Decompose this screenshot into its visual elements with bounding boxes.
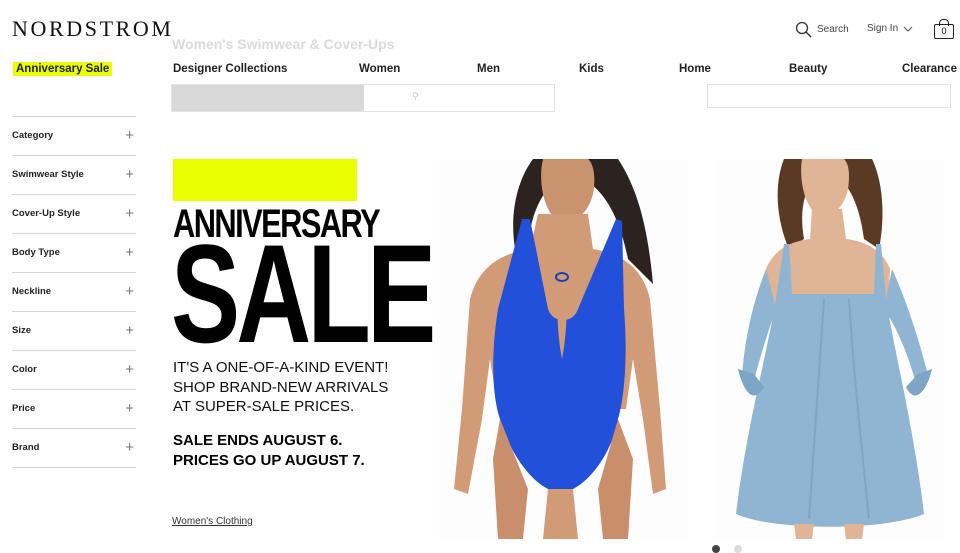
nordstrom-logo[interactable]: NORDSTROM bbox=[12, 16, 174, 42]
nav-women[interactable]: Women bbox=[359, 63, 400, 75]
promo-accent-block bbox=[173, 159, 357, 201]
plus-icon: + bbox=[125, 322, 134, 339]
plus-icon: + bbox=[125, 283, 134, 300]
store-filter: ⚲ bbox=[412, 85, 419, 107]
results-toolbar: ⚲ bbox=[171, 84, 555, 112]
promo-body-line: IT'S A ONE-OF-A-KIND EVENT! bbox=[173, 359, 389, 376]
filter-neckline[interactable]: Neckline + bbox=[12, 272, 136, 310]
promo-body-line: AT SUPER-SALE PRICES. bbox=[173, 398, 355, 415]
filter-label: Size bbox=[12, 325, 32, 336]
filter-category[interactable]: Category + bbox=[12, 116, 136, 154]
search-label: Search bbox=[817, 24, 849, 35]
filter-sidebar: Category + Swimwear Style + Cover-Up Sty… bbox=[12, 116, 136, 468]
nav-anniversary-sale-label: Anniversary Sale bbox=[13, 62, 113, 76]
sign-in-label: Sign In bbox=[867, 23, 899, 34]
filter-label: Neckline bbox=[12, 286, 52, 297]
map-pin-icon: ⚲ bbox=[412, 91, 419, 101]
filter-label: Price bbox=[12, 403, 36, 414]
filter-brand[interactable]: Brand + bbox=[12, 428, 136, 466]
filter-label: Category bbox=[12, 130, 54, 141]
carousel-dot-active[interactable] bbox=[712, 545, 720, 553]
plus-icon: + bbox=[125, 439, 134, 456]
plus-icon: + bbox=[125, 127, 134, 144]
filter-price[interactable]: Price + bbox=[12, 389, 136, 427]
filter-cover-up-style[interactable]: Cover-Up Style + bbox=[12, 194, 136, 232]
shopping-bag-button[interactable]: 0 bbox=[934, 19, 954, 39]
nav-beauty[interactable]: Beauty bbox=[789, 63, 827, 75]
filter-label: Swimwear Style bbox=[12, 169, 84, 180]
carousel-dots bbox=[712, 545, 742, 553]
plus-icon: + bbox=[125, 361, 134, 378]
sign-in-button[interactable]: Sign In bbox=[867, 23, 913, 34]
plus-icon: + bbox=[125, 166, 134, 183]
promo-deadline-line: PRICES GO UP AUGUST 7. bbox=[173, 451, 365, 469]
nav-designer-collections[interactable]: Designer Collections bbox=[173, 63, 287, 75]
product-image-swimsuit[interactable] bbox=[438, 159, 688, 539]
item-count-field bbox=[172, 85, 364, 111]
plus-icon: + bbox=[125, 205, 134, 222]
promo-deadline: SALE ENDS AUGUST 6. PRICES GO UP AUGUST … bbox=[173, 431, 365, 470]
product-image-dress[interactable] bbox=[714, 159, 944, 539]
promo-heading-sale: SALE bbox=[171, 215, 436, 372]
nav-anniversary-sale[interactable]: Anniversary Sale bbox=[13, 62, 113, 76]
search-icon bbox=[795, 21, 812, 38]
filter-label: Cover-Up Style bbox=[12, 208, 81, 219]
promo-body-line: SHOP BRAND-NEW ARRIVALS bbox=[173, 378, 389, 396]
filter-label: Color bbox=[12, 364, 37, 375]
nav-kids[interactable]: Kids bbox=[579, 63, 604, 75]
carousel-dot[interactable] bbox=[734, 545, 742, 553]
promo-body: IT'S A ONE-OF-A-KIND EVENT! SHOP BRAND-N… bbox=[173, 358, 413, 417]
plus-icon: + bbox=[125, 400, 134, 417]
page-title: Women's Swimwear & Cover-Ups bbox=[172, 36, 395, 52]
womens-clothing-link[interactable]: Women's Clothing bbox=[172, 516, 253, 527]
filter-body-type[interactable]: Body Type + bbox=[12, 233, 136, 271]
filter-label: Brand bbox=[12, 442, 40, 453]
filter-label: Body Type bbox=[12, 247, 60, 258]
divider bbox=[12, 467, 136, 468]
filter-color[interactable]: Color + bbox=[12, 350, 136, 388]
bag-count: 0 bbox=[934, 24, 954, 39]
nav-men[interactable]: Men bbox=[477, 63, 500, 75]
plus-icon: + bbox=[125, 244, 134, 261]
nav-home[interactable]: Home bbox=[679, 63, 711, 75]
promo-deadline-line: SALE ENDS AUGUST 6. bbox=[173, 432, 343, 449]
sort-select bbox=[707, 84, 951, 108]
search-button[interactable]: Search bbox=[795, 21, 849, 38]
nav-clearance[interactable]: Clearance bbox=[902, 63, 957, 75]
filter-size[interactable]: Size + bbox=[12, 311, 136, 349]
filter-swimwear-style[interactable]: Swimwear Style + bbox=[12, 155, 136, 193]
chevron-down-icon bbox=[903, 26, 913, 32]
